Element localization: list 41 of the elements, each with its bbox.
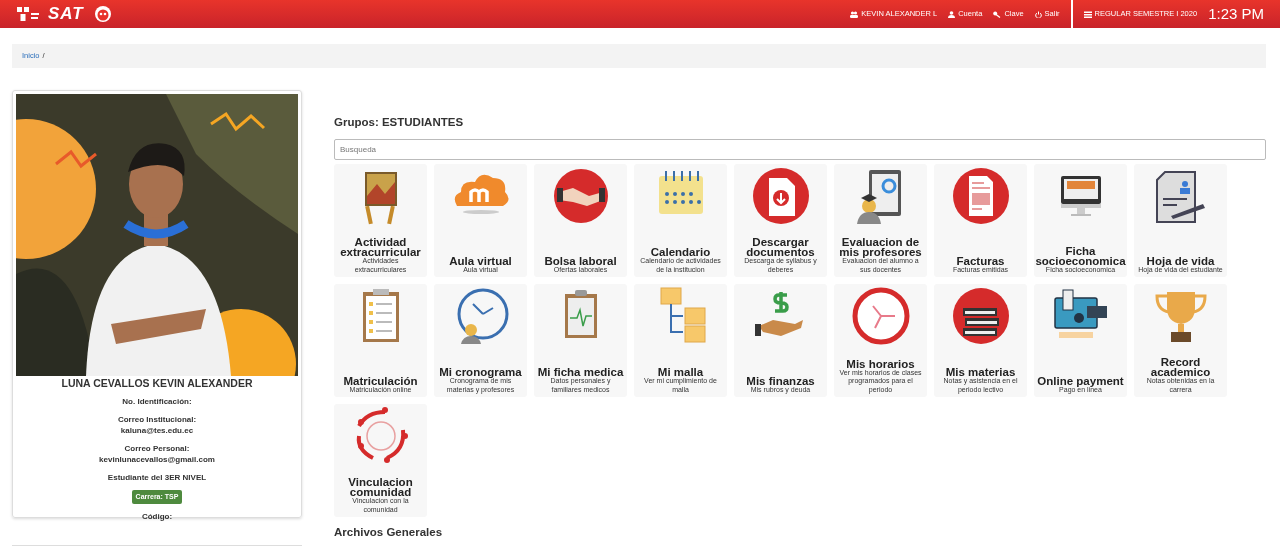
field-label: No. Identificación:: [122, 395, 192, 407]
tile-title: Record academico: [1150, 357, 1211, 378]
tile-title: Mis materias: [945, 367, 1016, 378]
tile-title: Mi malla: [656, 367, 704, 378]
tile-title: Facturas: [955, 255, 1006, 266]
document-download-icon: [750, 166, 811, 227]
power-icon: [1034, 10, 1042, 18]
tile-title: Mis horarios: [845, 358, 916, 369]
users-icon: [850, 10, 859, 18]
tile-title: Vinculacion comunidad: [347, 477, 414, 498]
tile-title: Calendario: [650, 247, 711, 258]
tile-title: Online payment: [1037, 375, 1124, 386]
tile-title: Bolsa laboral: [544, 255, 617, 266]
field-label: Correo Personal:: [123, 442, 191, 454]
tile-title: Actividad extracurricular: [339, 237, 422, 258]
clock-icon: [850, 286, 911, 347]
tile-title: Descargar documentos: [746, 237, 816, 258]
student-name: LUNA CEVALLOS KEVIN ALEXANDER: [61, 376, 253, 391]
user-icon: [948, 10, 956, 18]
tile-title: Mis finanzas: [746, 375, 815, 386]
clock-time: 1:23 PM: [1208, 3, 1264, 24]
tile-title: Ficha socioeconomica: [1035, 245, 1126, 266]
list-icon: [1083, 10, 1092, 18]
tile-title: Mi cronograma: [438, 367, 523, 378]
field-label: Correo Institucional:: [117, 413, 197, 425]
logo-text: SAT: [48, 3, 84, 26]
student-level: Estudiante del 3ER NIVEL: [107, 471, 207, 483]
field-value: kevinlunacevallos@gmail.com: [99, 453, 215, 465]
tile-title: Matriculación: [343, 375, 418, 386]
field-label: Código:: [141, 511, 173, 523]
tile-title: Evaluacion de mis profesores: [838, 237, 923, 258]
search-field[interactable]: Busqueda: [334, 139, 1266, 161]
section-heading: Grupos: ESTUDIANTES: [334, 115, 465, 130]
section-heading: Archivos Generales: [334, 525, 444, 540]
field-value: kaluna@tes.edu.ec: [119, 424, 195, 436]
tile-title: Hoja de vida: [1145, 255, 1216, 266]
tile-title: Mi ficha medica: [537, 367, 624, 378]
tile-title: Aula virtual: [449, 255, 512, 266]
invoice-icon: [950, 166, 1011, 227]
books-icon: [950, 286, 1011, 347]
school-logo-icon: [16, 6, 40, 22]
